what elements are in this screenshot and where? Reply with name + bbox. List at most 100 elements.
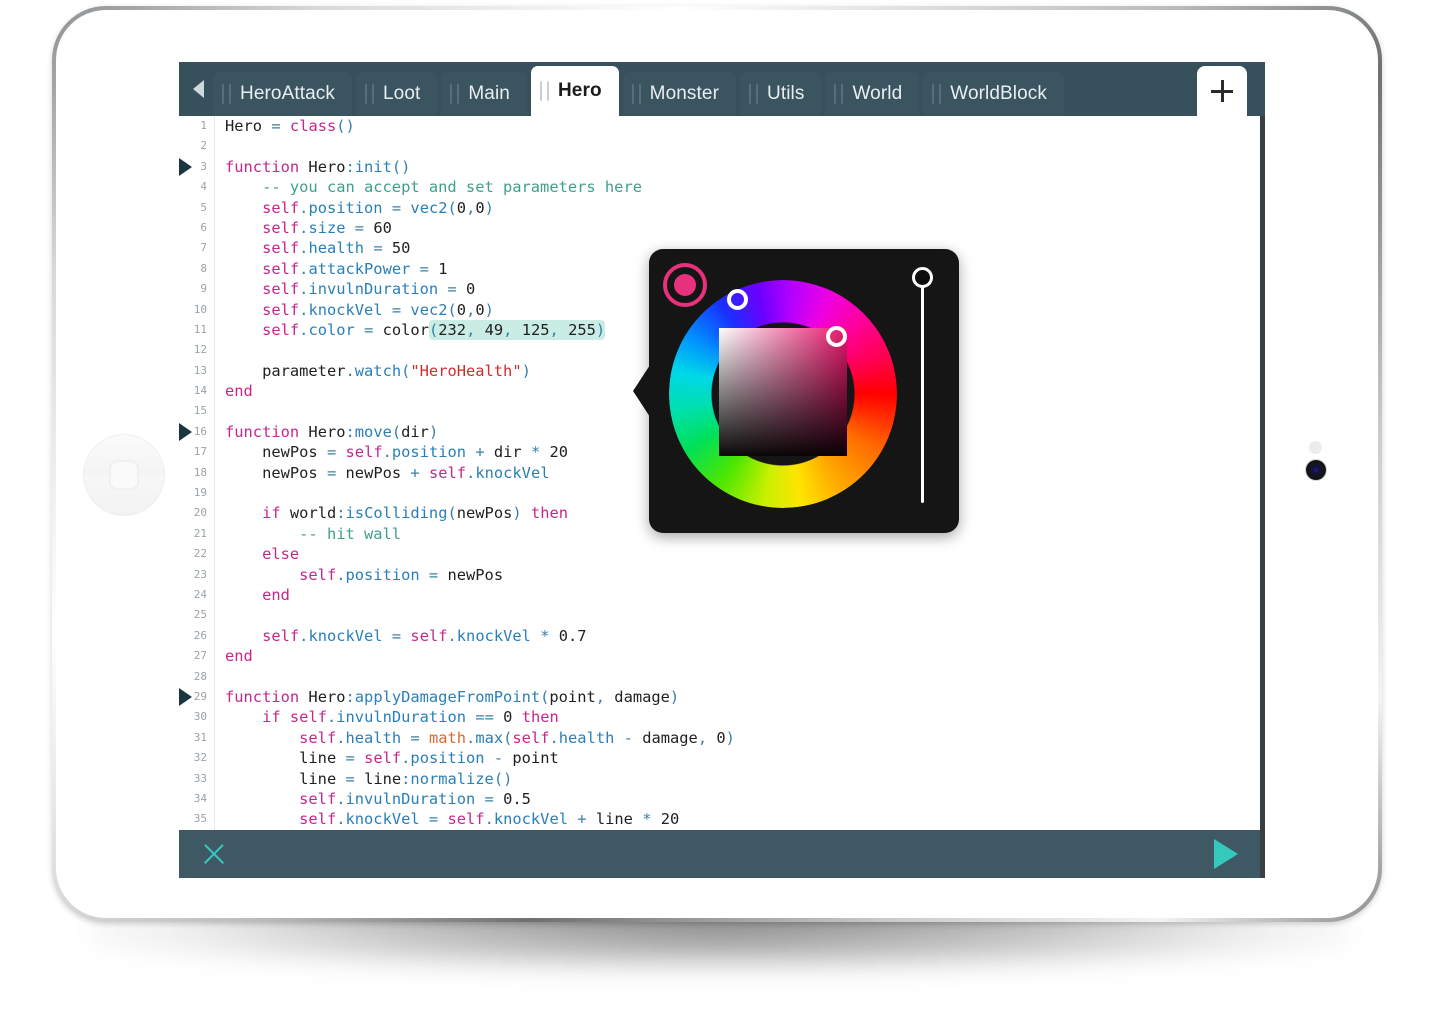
code-line-text: self.size = 60 <box>262 218 392 237</box>
add-tab-button[interactable] <box>1197 66 1247 116</box>
code-line-text: self.health = 50 <box>262 239 411 258</box>
code-line-text: if self.invulnDuration == 0 then <box>262 708 559 727</box>
code-fold-arrow-icon[interactable] <box>179 422 192 441</box>
editor-container: 1 Hero = class() 2 3 function Hero:init() 4 -… <box>179 116 1265 830</box>
line-number: 21 <box>179 523 215 545</box>
line-number: 18 <box>179 462 215 484</box>
tab-bar: HeroAttack Loot Main Hero Monster Utils World W… <box>179 62 1265 116</box>
tab-worldblock[interactable]: WorldBlock <box>923 72 1064 116</box>
code-line[interactable]: 5 self.position = vec2(0,0) <box>179 197 1260 218</box>
line-number: 1 <box>179 116 215 137</box>
tab-main[interactable]: Main <box>441 72 527 116</box>
code-line-text: end <box>225 647 253 666</box>
code-line[interactable]: 31 self.health = math.max(self.health - … <box>179 727 1260 749</box>
line-number: 28 <box>179 666 215 687</box>
line-number: 5 <box>179 197 215 218</box>
code-line[interactable]: 22 else <box>179 544 1260 565</box>
tab-grip-icon[interactable] <box>749 84 759 104</box>
tab-grip-icon[interactable] <box>450 84 460 104</box>
code-line[interactable]: 26 self.knockVel = self.knockVel * 0.7 <box>179 625 1260 647</box>
tab-label: Main <box>468 83 510 104</box>
tab-loot[interactable]: Loot <box>355 72 438 116</box>
code-line[interactable]: 4 -- you can accept and set parameters h… <box>179 177 1260 198</box>
line-number: 25 <box>179 605 215 626</box>
tab-grip-icon[interactable] <box>364 84 374 104</box>
line-number: 26 <box>179 625 215 647</box>
line-number: 7 <box>179 238 215 259</box>
tab-label: Monster <box>649 83 720 104</box>
code-line-text: -- hit wall <box>299 524 402 543</box>
line-number: 12 <box>179 340 215 361</box>
line-number: 14 <box>179 381 215 402</box>
tab-label: Hero <box>557 80 602 101</box>
tab-hero[interactable]: Hero <box>530 66 619 116</box>
close-icon[interactable] <box>201 841 227 867</box>
code-line-text: end <box>262 585 290 604</box>
line-number: 17 <box>179 442 215 463</box>
code-line-text: parameter.watch("HeroHealth") <box>262 361 531 380</box>
tab-heroattack[interactable]: HeroAttack <box>213 72 352 116</box>
code-line-text: function Hero:applyDamageFromPoint(point… <box>225 687 680 706</box>
code-line[interactable]: 33 line = line:normalize() <box>179 768 1260 789</box>
code-line[interactable]: 25 <box>179 605 1260 626</box>
code-line-text: self.knockVel = vec2(0,0) <box>262 300 494 319</box>
alpha-slider-track[interactable] <box>921 278 924 503</box>
line-number: 22 <box>179 544 215 565</box>
code-line[interactable]: 24 end <box>179 584 1260 606</box>
tab-monster[interactable]: Monster <box>622 72 737 116</box>
tab-grip-icon[interactable] <box>539 81 549 101</box>
line-number: 10 <box>179 299 215 320</box>
code-editor-app: HeroAttack Loot Main Hero Monster Utils World W… <box>179 62 1265 878</box>
line-number: 20 <box>179 503 215 524</box>
tab-utils[interactable]: Utils <box>740 72 822 116</box>
code-fold-arrow-icon[interactable] <box>179 157 192 176</box>
line-number: 8 <box>179 258 215 280</box>
play-icon[interactable] <box>1214 839 1238 869</box>
color-swatch-icon[interactable] <box>663 263 707 307</box>
code-line[interactable]: 23 self.position = newPos <box>179 564 1260 585</box>
code-line[interactable]: 1 Hero = class() <box>179 116 1260 137</box>
chevron-left-icon[interactable] <box>183 62 213 116</box>
code-line[interactable]: 34 self.invulnDuration = 0.5 <box>179 788 1260 810</box>
code-fold-arrow-icon[interactable] <box>179 687 192 706</box>
code-line-text: -- you can accept and set parameters her… <box>262 178 642 197</box>
home-button-icon[interactable] <box>83 434 165 516</box>
code-line[interactable]: 6 self.size = 60 <box>179 217 1260 239</box>
code-line[interactable]: 2 <box>179 136 1260 157</box>
line-number: 27 <box>179 646 215 667</box>
alpha-slider-handle[interactable] <box>912 267 933 288</box>
code-line[interactable]: 30 if self.invulnDuration == 0 then <box>179 707 1260 728</box>
ambient-light-sensor-icon <box>1309 441 1322 454</box>
code-line[interactable]: 29 function Hero:applyDamageFromPoint(poi… <box>179 686 1260 708</box>
hue-handle[interactable] <box>727 289 748 310</box>
tab-label: World <box>852 83 903 104</box>
saturation-value-square[interactable] <box>719 328 847 456</box>
color-picker-popover[interactable] <box>633 249 959 533</box>
line-number: 2 <box>179 136 215 157</box>
tab-grip-icon[interactable] <box>932 84 942 104</box>
saturation-value-handle[interactable] <box>826 326 847 347</box>
tab-label: WorldBlock <box>950 83 1047 104</box>
line-number: 6 <box>179 217 215 239</box>
code-line[interactable]: 32 line = self.position - point <box>179 748 1260 769</box>
tab-grip-icon[interactable] <box>222 84 231 104</box>
code-line[interactable]: 27 end <box>179 646 1260 667</box>
code-line-text: line = line:normalize() <box>299 769 513 788</box>
tab-grip-icon[interactable] <box>631 84 641 104</box>
camera-icon <box>1306 460 1326 480</box>
code-line[interactable]: 3 function Hero:init() <box>179 156 1260 178</box>
line-number: 32 <box>179 748 215 769</box>
line-number: 9 <box>179 279 215 300</box>
tablet-screen-bezel: HeroAttack Loot Main Hero Monster Utils World W… <box>56 10 1378 918</box>
code-line-text: newPos = newPos + self.knockVel <box>262 463 550 482</box>
tab-grip-icon[interactable] <box>834 84 844 104</box>
screenshot-root: HeroAttack Loot Main Hero Monster Utils World W… <box>0 0 1440 1028</box>
code-line-text: if world:isColliding(newPos) then <box>262 504 568 523</box>
line-number: 13 <box>179 360 215 382</box>
tablet-device-frame: HeroAttack Loot Main Hero Monster Utils World W… <box>52 6 1382 922</box>
popover-tail <box>633 365 650 417</box>
code-line[interactable]: 35 self.knockVel = self.knockVel + line … <box>179 809 1260 830</box>
tab-world[interactable]: World <box>825 72 920 116</box>
code-line[interactable]: 28 <box>179 666 1260 687</box>
color-literal-selection[interactable]: (232, 49, 125, 255) <box>428 319 606 340</box>
